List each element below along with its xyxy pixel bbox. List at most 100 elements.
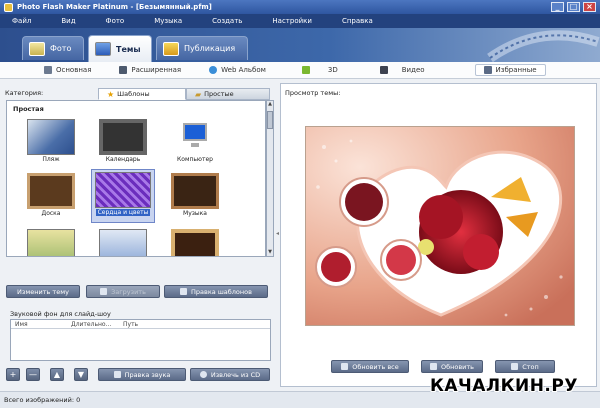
tab-templates-label: Шаблоны bbox=[117, 90, 150, 98]
extract-cd-label: Извлечь из CD bbox=[210, 370, 261, 379]
theme-caption: Пляж bbox=[42, 156, 60, 163]
window-controls: _ □ × bbox=[551, 2, 600, 12]
scroll-up-icon[interactable]: ▲ bbox=[267, 101, 273, 108]
menu-view[interactable]: Вид bbox=[61, 17, 75, 25]
scroll-down-icon[interactable]: ▼ bbox=[267, 249, 273, 256]
tab-simple-label: Простые bbox=[204, 90, 234, 98]
pencil-icon bbox=[113, 371, 121, 378]
preview-label: Просмотр темы: bbox=[285, 89, 341, 97]
folder-icon: ▰ bbox=[195, 89, 202, 99]
menu-file[interactable]: Файл bbox=[12, 17, 31, 25]
subtab-basic[interactable]: Основная bbox=[44, 66, 91, 74]
watermark-logo: КАЧАЛКИН.РУ bbox=[430, 376, 578, 396]
subtab-3d[interactable]: 3D bbox=[301, 66, 338, 74]
theme-preview-image bbox=[99, 119, 147, 155]
subtab-favorites-label: Избранные bbox=[495, 66, 537, 74]
theme-caption: Доска bbox=[41, 210, 61, 217]
star-icon: ★ bbox=[107, 89, 115, 99]
refresh-button[interactable]: Обновить bbox=[421, 360, 483, 373]
app-icon bbox=[4, 2, 13, 12]
theme-preview-image bbox=[171, 229, 219, 256]
refresh-all-button[interactable]: Обновить все bbox=[331, 360, 409, 373]
menu-help[interactable]: Справка bbox=[342, 17, 373, 25]
themes-panel: Категория: ★ Шаблоны ▰ Простые Простая П… bbox=[4, 83, 274, 300]
subtab-advanced-label: Расширенная bbox=[131, 66, 182, 74]
subtab-favorites[interactable]: Избранные bbox=[474, 64, 546, 76]
col-duration[interactable]: Длительно... bbox=[67, 321, 119, 328]
menu-create[interactable]: Создать bbox=[212, 17, 242, 25]
close-button[interactable]: × bbox=[583, 2, 596, 12]
edit-templates-button[interactable]: Правка шаблонов bbox=[164, 285, 268, 298]
tab-photo-label: Фото bbox=[50, 44, 72, 53]
edit-sound-button[interactable]: Правка звука bbox=[98, 368, 186, 381]
stop-icon bbox=[511, 363, 519, 370]
theme-caption: Календарь bbox=[105, 156, 141, 163]
scroll-thumb[interactable] bbox=[267, 111, 273, 129]
subtab-advanced[interactable]: Расширенная bbox=[119, 66, 181, 74]
gallery-tabs: ★ Шаблоны ▰ Простые bbox=[98, 88, 270, 100]
extract-cd-button[interactable]: Извлечь из CD bbox=[190, 368, 270, 381]
col-name[interactable]: Имя bbox=[11, 321, 67, 328]
change-theme-button[interactable]: Изменить тему bbox=[6, 285, 80, 298]
menu-music[interactable]: Музыка bbox=[154, 17, 182, 25]
tab-themes[interactable]: Темы bbox=[88, 35, 152, 62]
theme-preview-image bbox=[99, 229, 147, 256]
stop-label: Стоп bbox=[522, 362, 539, 371]
tab-publish[interactable]: Публикация bbox=[156, 36, 248, 60]
tab-themes-label: Темы bbox=[116, 44, 141, 54]
3d-icon bbox=[301, 66, 310, 74]
publish-icon bbox=[163, 41, 179, 56]
theme-thumb-board[interactable]: Доска bbox=[23, 171, 79, 221]
refresh-icon bbox=[429, 363, 437, 370]
audio-list-header: Имя Длительно... Путь bbox=[11, 320, 270, 329]
photo-icon bbox=[29, 41, 45, 56]
subtab-web-album-label: Web Альбом bbox=[221, 66, 266, 74]
subtab-video[interactable]: Видео bbox=[379, 66, 425, 74]
theme-thumb-computer[interactable]: Компьютер bbox=[167, 117, 223, 167]
stop-button[interactable]: Стоп bbox=[495, 360, 555, 373]
theme-gallery: Простая Пляж Календарь Компьютер Доска С… bbox=[6, 100, 266, 257]
menu-settings[interactable]: Настройки bbox=[272, 17, 312, 25]
theme-caption: Компьютер bbox=[177, 156, 213, 163]
col-path[interactable]: Путь bbox=[119, 321, 138, 328]
theme-thumb-beach[interactable]: Пляж bbox=[23, 117, 79, 167]
tab-publish-label: Публикация bbox=[184, 44, 236, 53]
theme-preview-image bbox=[171, 173, 219, 209]
maximize-button[interactable]: □ bbox=[567, 2, 580, 12]
audio-track-list[interactable]: Имя Длительно... Путь bbox=[10, 319, 271, 361]
theme-preview-canvas bbox=[305, 126, 575, 326]
audio-label: Звуковой фон для слайд-шоу bbox=[10, 310, 111, 318]
tab-simple[interactable]: ▰ Простые bbox=[186, 88, 270, 100]
gallery-scrollbar[interactable]: ▲ ▼ bbox=[266, 100, 274, 257]
load-icon bbox=[100, 288, 108, 295]
theme-thumb-7[interactable] bbox=[23, 227, 79, 256]
theme-preview-image bbox=[95, 172, 151, 208]
minimize-button[interactable]: _ bbox=[551, 2, 564, 12]
move-up-button[interactable]: ▲ bbox=[50, 368, 64, 381]
theme-preview-image bbox=[27, 173, 75, 209]
category-label: Категория: bbox=[5, 89, 44, 97]
title-bar: Photo Flash Maker Platinum - [Безымянный… bbox=[0, 0, 600, 14]
add-audio-button[interactable]: + bbox=[6, 368, 20, 381]
theme-thumb-music[interactable]: Музыка bbox=[167, 171, 223, 221]
theme-thumb-hearts-flowers[interactable]: Сердца и цветы bbox=[91, 169, 155, 223]
tab-templates[interactable]: ★ Шаблоны bbox=[98, 88, 186, 100]
remove-audio-button[interactable]: — bbox=[26, 368, 40, 381]
themes-icon bbox=[95, 42, 111, 56]
theme-preview-image bbox=[171, 119, 219, 155]
audio-section: Звуковой фон для слайд-шоу Имя Длительно… bbox=[4, 307, 274, 387]
menu-photo[interactable]: Фото bbox=[106, 17, 125, 25]
menu-bar: Файл Вид Фото Музыка Создать Настройки С… bbox=[0, 14, 600, 28]
tab-photo[interactable]: Фото bbox=[22, 36, 84, 60]
subtab-web-album[interactable]: Web Альбом bbox=[209, 66, 266, 74]
move-down-button[interactable]: ▼ bbox=[74, 368, 88, 381]
theme-thumb-9[interactable] bbox=[167, 227, 223, 256]
pencil-icon bbox=[180, 288, 188, 295]
theme-thumb-calendar[interactable]: Календарь bbox=[95, 117, 151, 167]
theme-thumb-8[interactable] bbox=[95, 227, 151, 256]
refresh-all-label: Обновить все bbox=[352, 362, 399, 371]
hearts-flowers-preview bbox=[306, 127, 574, 325]
preview-panel: Просмотр темы: Обновить все Обновить Сто… bbox=[280, 83, 597, 387]
subtab-video-label: Видео bbox=[401, 66, 425, 74]
sub-navigation: Основная Расширенная Web Альбом 3D Видео… bbox=[0, 62, 600, 79]
